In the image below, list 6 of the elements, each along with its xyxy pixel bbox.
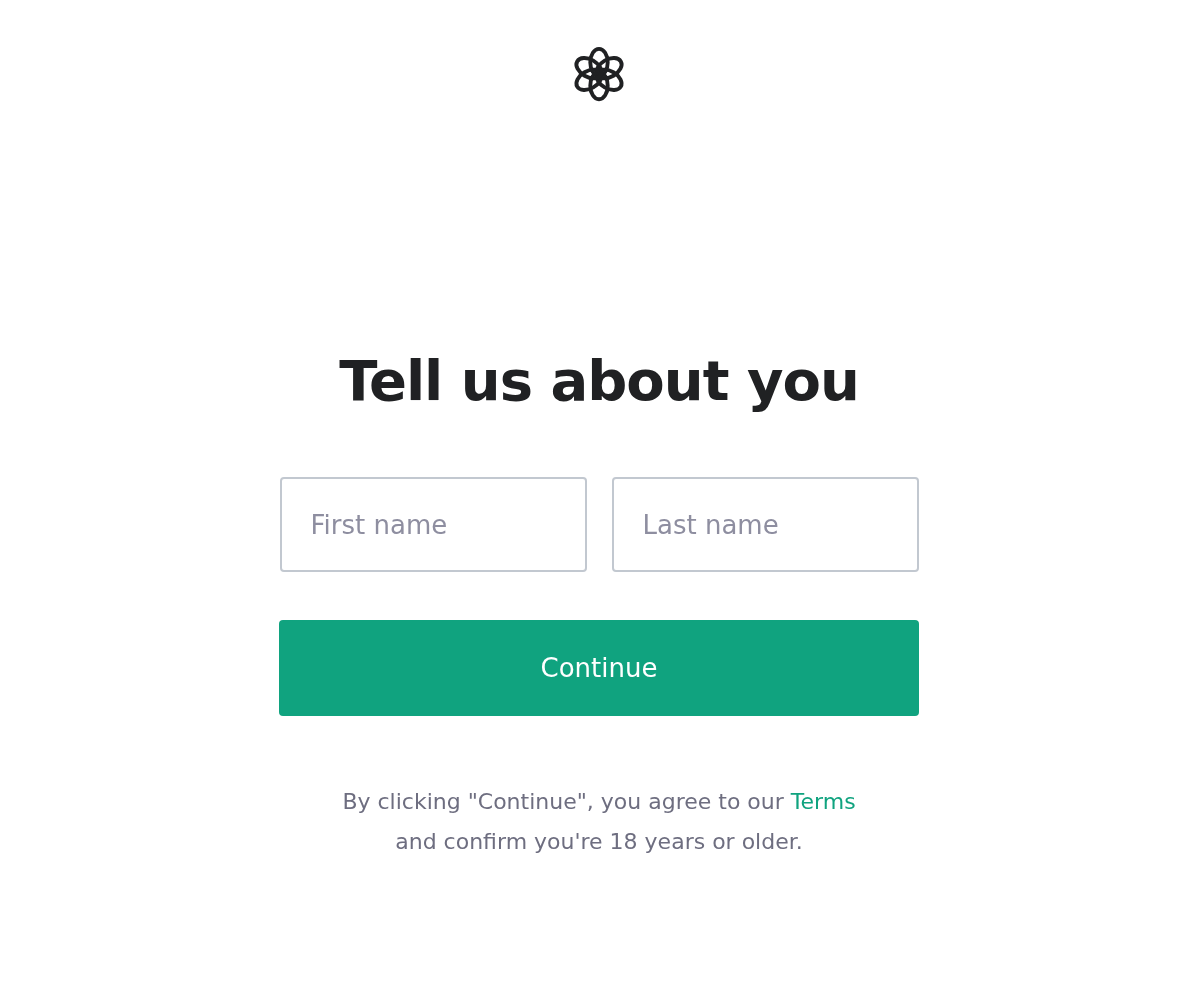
page-heading: Tell us about you: [339, 347, 859, 415]
terms-link[interactable]: Terms: [790, 789, 856, 814]
name-field[interactable]: Last name: [611, 477, 919, 572]
name-field[interactable]: First name: [279, 477, 587, 572]
continue-button[interactable]: Continue: [279, 620, 919, 716]
terms-notice: By clicking "Continue", you agree to our Terms and confirm you're 18 years or older.: [342, 788, 856, 856]
